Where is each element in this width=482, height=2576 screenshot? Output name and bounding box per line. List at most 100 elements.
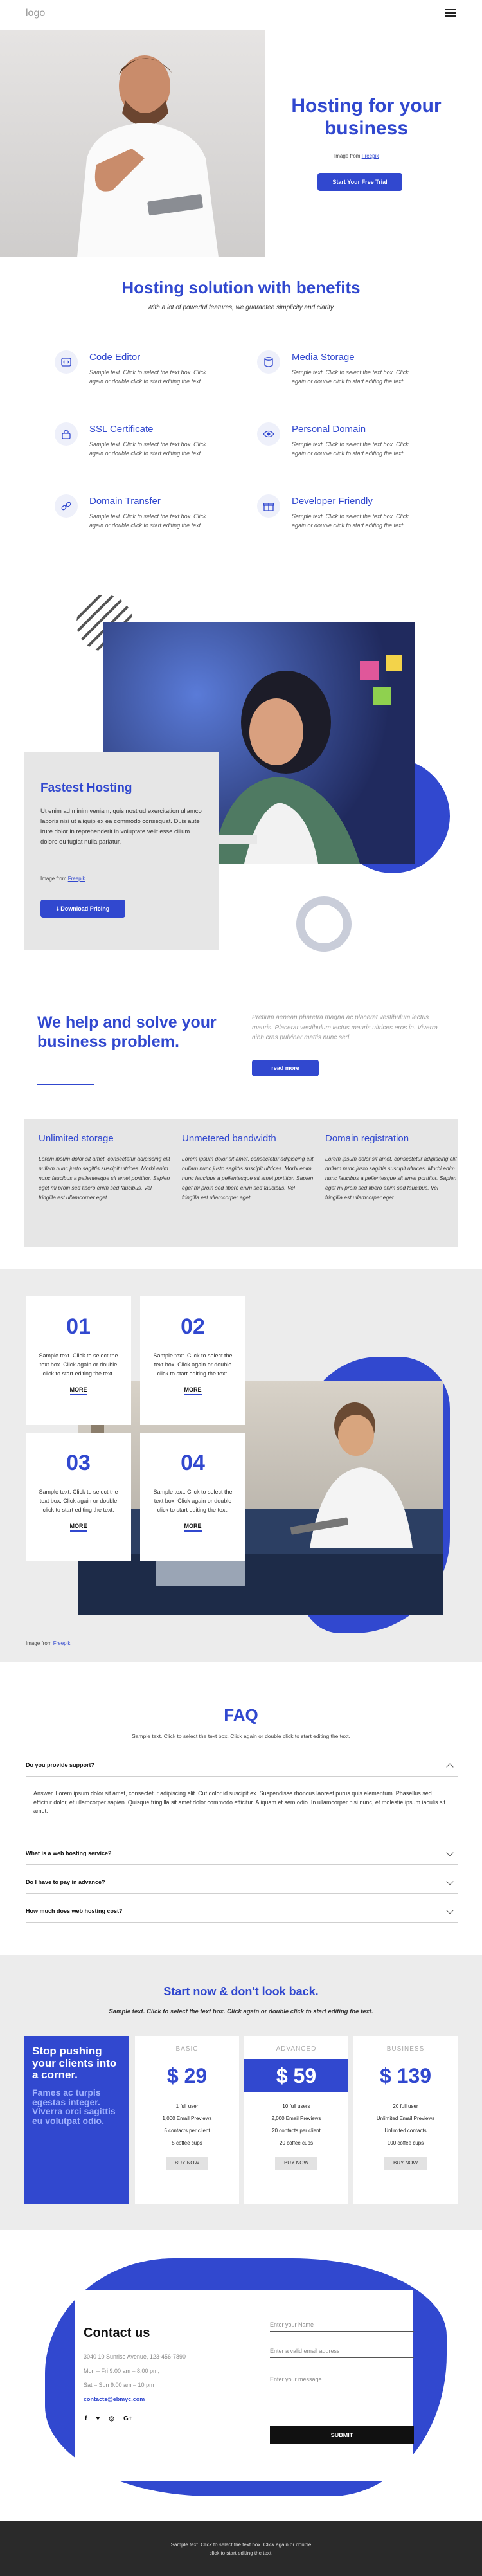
- faq-question-1[interactable]: Do you provide support?: [26, 1754, 458, 1777]
- number-card: 01 Sample text. Click to select the text…: [26, 1296, 131, 1425]
- email-field[interactable]: Enter a valid email address: [270, 2344, 414, 2358]
- benefit-item: Code Editor Sample text. Click to select…: [55, 349, 222, 407]
- benefit-title: Domain Transfer: [89, 496, 161, 507]
- more-link[interactable]: MORE: [184, 1523, 202, 1532]
- contact-title: Contact us: [84, 2326, 150, 2340]
- benefit-item: SSL Certificate Sample text. Click to se…: [55, 421, 222, 479]
- pricing-plan: BUSINESS $ 139 20 full user Unlimited Em…: [353, 2036, 458, 2204]
- instagram-icon[interactable]: ◎: [109, 2415, 114, 2422]
- more-link[interactable]: MORE: [69, 1386, 87, 1395]
- plan-name: BASIC: [175, 2045, 199, 2053]
- faq-question-3[interactable]: Do I have to pay in advance?: [26, 1871, 458, 1894]
- twitter-icon[interactable]: ♥: [96, 2415, 100, 2422]
- benefit-title: Code Editor: [89, 352, 141, 363]
- card-number: 02: [181, 1314, 205, 1339]
- faq-question-2[interactable]: What is a web hosting service?: [26, 1842, 458, 1865]
- plan-name: BUSINESS: [386, 2045, 425, 2053]
- benefit-desc: Sample text. Click to select the text bo…: [292, 441, 409, 457]
- name-field[interactable]: Enter your Name: [270, 2317, 414, 2332]
- numbers-freepik-link[interactable]: Freepik: [53, 1640, 71, 1646]
- benefit-title: Media Storage: [292, 352, 355, 363]
- freepik-link[interactable]: Freepik: [362, 153, 379, 159]
- number-card: 04 Sample text. Click to select the text…: [140, 1433, 245, 1561]
- card-number: 04: [181, 1451, 205, 1475]
- plan-feature: 20 full user: [393, 2103, 418, 2109]
- number-card: 03 Sample text. Click to select the text…: [26, 1433, 131, 1561]
- benefits-title: Hosting solution with benefits: [121, 278, 361, 297]
- feature-title: Unlimited storage: [39, 1133, 114, 1144]
- read-more-button[interactable]: read more: [252, 1060, 319, 1076]
- plan-feature: 20 contacts per client: [272, 2128, 321, 2134]
- plan-feature: 100 coffee cups: [387, 2140, 424, 2146]
- benefits-subtitle: With a lot of powerful features, we guar…: [147, 304, 335, 311]
- submit-button[interactable]: SUBMIT: [270, 2426, 414, 2444]
- contact-email[interactable]: contacts@ebmyc.com: [84, 2396, 145, 2402]
- hero-title: Hosting for your business: [291, 95, 442, 139]
- contact-hours-1: Mon – Fri 9:00 am – 8:00 pm,: [84, 2368, 160, 2374]
- pricing-plan: ADVANCED $ 59 10 full users 2,000 Email …: [244, 2036, 348, 2204]
- hero-caption: Image from Freepik: [334, 153, 379, 159]
- buy-now-button[interactable]: BUY NOW: [166, 2157, 208, 2170]
- benefit-desc: Sample text. Click to select the text bo…: [89, 369, 206, 385]
- gift-icon: [257, 494, 280, 518]
- menu-icon[interactable]: [445, 9, 456, 17]
- help-underline: [37, 1084, 94, 1085]
- benefit-desc: Sample text. Click to select the text bo…: [292, 513, 409, 529]
- numbers-caption: Image from Freepik: [26, 1640, 71, 1646]
- side-title: Stop pushing your clients into a corner.: [32, 2045, 117, 2082]
- help-text: Pretium aenean pharetra magna ac placera…: [252, 1014, 438, 1041]
- logo[interactable]: logo: [26, 8, 45, 19]
- social-icons: f ♥ ◎ G+: [85, 2415, 132, 2422]
- benefit-desc: Sample text. Click to select the text bo…: [292, 369, 409, 385]
- benefit-title: Developer Friendly: [292, 496, 373, 507]
- feature-item: Unmetered bandwidth Lorem ipsum dolor si…: [182, 1133, 314, 1202]
- buy-now-button[interactable]: BUY NOW: [384, 2157, 427, 2170]
- benefit-item: Domain Transfer Sample text. Click to se…: [55, 493, 222, 551]
- benefit-desc: Sample text. Click to select the text bo…: [89, 513, 206, 529]
- card-text: Sample text. Click to select the text bo…: [153, 1352, 233, 1377]
- start-trial-button[interactable]: Start Your Free Trial: [317, 173, 402, 191]
- more-link[interactable]: MORE: [184, 1386, 202, 1395]
- message-field[interactable]: Enter your message: [270, 2370, 414, 2415]
- faq-subtitle: Sample text. Click to select the text bo…: [132, 1733, 350, 1739]
- feature-text: Lorem ipsum dolor sit amet, consectetur …: [325, 1156, 457, 1201]
- features-panel: Unlimited storage Lorem ipsum dolor sit …: [24, 1119, 458, 1247]
- pricing-plan: BASIC $ 29 1 full user 1,000 Email Previ…: [135, 2036, 239, 2204]
- fastest-freepik-link[interactable]: Freepik: [68, 876, 85, 882]
- pricing-side-panel: Stop pushing your clients into a corner.…: [24, 2036, 129, 2204]
- feature-title: Unmetered bandwidth: [182, 1133, 276, 1144]
- working-image: [78, 1381, 443, 1615]
- plan-feature: 20 coffee cups: [280, 2140, 313, 2146]
- card-text: Sample text. Click to select the text bo…: [39, 1352, 118, 1377]
- buy-now-button[interactable]: BUY NOW: [275, 2157, 317, 2170]
- plan-feature: 2,000 Email Previews: [271, 2116, 321, 2121]
- card-text: Sample text. Click to select the text bo…: [39, 1489, 118, 1513]
- facebook-icon[interactable]: f: [85, 2415, 87, 2422]
- chevron-up-icon: [446, 1763, 454, 1771]
- more-link[interactable]: MORE: [69, 1523, 87, 1532]
- feature-item: Domain registration Lorem ipsum dolor si…: [325, 1133, 457, 1202]
- pricing-subtitle: Sample text. Click to select the text bo…: [109, 2008, 373, 2015]
- footer-text-2: click to start editing the text.: [209, 2550, 273, 2556]
- footer: Sample text. Click to select the text bo…: [0, 2521, 482, 2576]
- gray-ring: [296, 896, 352, 952]
- code-icon: [55, 350, 78, 374]
- side-text: Fames ac turpis egestas integer. Viverra…: [32, 2087, 116, 2127]
- benefit-item: Media Storage Sample text. Click to sele…: [257, 349, 424, 407]
- fastest-title: Fastest Hosting: [40, 781, 132, 795]
- fastest-caption: Image from Freepik: [40, 876, 85, 882]
- plan-feature: 10 full users: [282, 2103, 310, 2109]
- fastest-panel: Fastest Hosting Ut enim ad minim veniam,…: [24, 752, 219, 950]
- plan-name: ADVANCED: [276, 2045, 317, 2053]
- chevron-down-icon: [446, 1907, 454, 1914]
- faq-question-4[interactable]: How much does web hosting cost?: [26, 1900, 458, 1923]
- plan-feature: Unlimited Email Previews: [376, 2116, 435, 2121]
- google-plus-icon[interactable]: G+: [123, 2415, 132, 2422]
- benefit-item: Developer Friendly Sample text. Click to…: [257, 493, 424, 551]
- eye-icon: [257, 422, 280, 446]
- faq-title: FAQ: [224, 1705, 258, 1725]
- download-pricing-button[interactable]: ⤓ Download Pricing: [40, 900, 125, 918]
- benefit-title: SSL Certificate: [89, 424, 154, 435]
- lock-icon: [55, 422, 78, 446]
- contact-address: 3040 10 Sunrise Avenue, 123-456-7890: [84, 2354, 186, 2360]
